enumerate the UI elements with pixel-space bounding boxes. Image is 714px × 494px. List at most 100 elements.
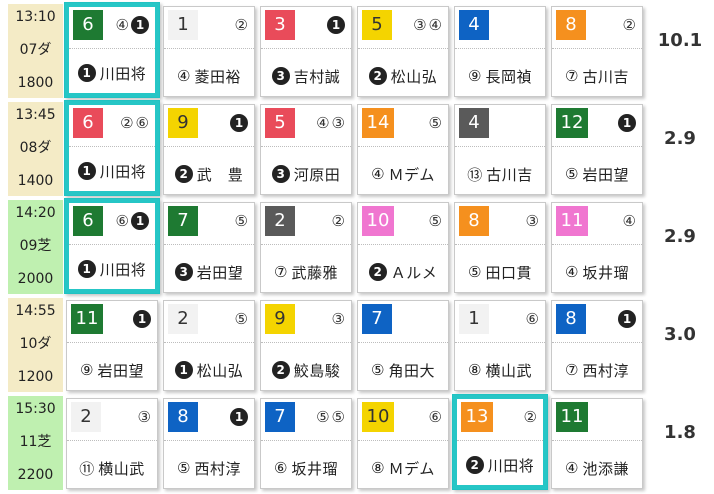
horse-number-badge: 8 <box>168 402 198 432</box>
horse-card-top: 4 <box>455 7 545 49</box>
horse-number-badge: 4 <box>459 108 489 138</box>
horse-card-inner: 8 ② ⑦ 古川吉 <box>552 7 642 96</box>
horse-card-inner: 6 ④ 1 1 川田将 <box>69 7 155 93</box>
jockey-name: 横山武 <box>98 459 145 478</box>
prediction-mark: 1 <box>230 114 248 132</box>
jockey-line: ⑦ 西村淳 <box>552 356 642 384</box>
horse-card[interactable]: 10 ⑥ ⑧ Ｍデム <box>357 398 449 489</box>
horse-card[interactable]: 3 1 3 吉村誠 <box>260 6 352 97</box>
race-info[interactable]: 14:20 09芝 2000 <box>8 200 63 294</box>
jockey-name: 西村淳 <box>194 459 241 478</box>
popularity-mark: 2 <box>368 263 387 281</box>
race-info[interactable]: 13:10 07ダ 1800 <box>8 4 63 98</box>
horse-card[interactable]: 7 ⑤ 角田大 <box>357 300 449 391</box>
race-odds: 3.0 <box>664 324 696 345</box>
horse-card[interactable]: 5 ③ ④ 2 松山弘 <box>357 6 449 97</box>
horse-card[interactable]: 10 ⑤ 2 Ａルメ <box>357 202 449 293</box>
horse-card[interactable]: 11 1 ⑨ 岩田望 <box>66 300 158 391</box>
horse-card[interactable]: 4 ⑬ 古川吉 <box>454 104 546 195</box>
horse-card[interactable]: 2 ⑤ 1 松山弘 <box>163 300 255 391</box>
popularity-mark: 2 <box>271 361 290 379</box>
horse-card[interactable]: 7 ⑤ ⑤ ⑥ 坂井瑠 <box>260 398 352 489</box>
horse-card[interactable]: 5 ④ ③ 3 河原田 <box>260 104 352 195</box>
horse-card[interactable]: 8 ② ⑦ 古川吉 <box>551 6 643 97</box>
popularity-mark: 1 <box>77 162 96 180</box>
horse-card[interactable]: 11 ④ 池添謙 <box>551 398 643 489</box>
popularity-mark: 1 <box>77 260 96 278</box>
prediction-marks: ③④ <box>413 13 442 37</box>
popularity-mark: 3 <box>174 263 193 281</box>
horse-card[interactable]: 1 ② ④ 菱田裕 <box>163 6 255 97</box>
horse-card-top: 11 1 <box>67 301 157 343</box>
popularity-mark: 2 <box>174 165 193 183</box>
horse-card[interactable]: 8 ③ ⑤ 田口貫 <box>454 202 546 293</box>
horse-card[interactable]: 2 ③ ⑪ 横山武 <box>66 398 158 489</box>
race-row: 13:10 07ダ 1800 6 ④ 1 1 川田将 1 ② ④ 菱田裕 3 1 3 吉村誠 5 ③ ④ 2 松山弘 4 ⑨… <box>0 2 714 98</box>
horse-card-top: 81 <box>552 301 642 343</box>
horse-card[interactable]: 7 ⑤ 3 岩田望 <box>163 202 255 293</box>
horse-card[interactable]: 13 ② 2 川田将 <box>452 394 548 490</box>
horse-card-inner: 11 1 ⑨ 岩田望 <box>67 301 157 390</box>
horse-card[interactable]: 4 ⑨ 長岡禎 <box>454 6 546 97</box>
race-time: 13:45 <box>15 107 56 123</box>
horse-card[interactable]: 12 1 ⑤ 岩田望 <box>551 104 643 195</box>
horse-card-inner: 6 ② ⑥ 1 川田将 <box>69 105 155 191</box>
prediction-marks: ② <box>524 405 537 429</box>
horse-card-top: 1⑥ <box>455 301 545 343</box>
horse-card-inner: 9 ③ 2 鮫島駿 <box>261 301 351 390</box>
horse-number-badge: 3 <box>265 10 295 40</box>
race-distance: 1400 <box>17 173 54 189</box>
horse-card[interactable]: 912武 豊 <box>163 104 255 195</box>
prediction-marks: 1 <box>133 307 151 331</box>
jockey-name: 吉村誠 <box>293 67 341 86</box>
horse-card[interactable]: 6 ⑥ 1 1 川田将 <box>64 198 160 294</box>
horse-card-top: 11 <box>552 399 642 441</box>
horse-card[interactable]: 2 ② ⑦ 武藤雅 <box>260 202 352 293</box>
jockey-line: ⑬ 古川吉 <box>455 160 545 188</box>
jockey-line: ④ 菱田裕 <box>164 62 254 90</box>
horse-card[interactable]: 6 ④ 1 1 川田将 <box>64 2 160 98</box>
prediction-mark: ② <box>234 16 248 34</box>
jockey-name: 川田将 <box>487 456 535 475</box>
jockey-name: Ａルメ <box>390 263 438 282</box>
prediction-marks: ④③ <box>316 111 345 135</box>
horse-card-inner: 7 ⑤ 角田大 <box>358 301 448 390</box>
jockey-line: ⑧ 横山武 <box>455 356 545 384</box>
horse-card-top: 7 ⑤⑤ <box>261 399 351 441</box>
jockey-name: 古川吉 <box>486 165 533 184</box>
prediction-mark: 1 <box>230 408 248 426</box>
race-info[interactable]: 13:45 08ダ 1400 <box>8 102 63 196</box>
horse-card[interactable]: 14 ⑤ ④ Ｍデム <box>357 104 449 195</box>
prediction-mark: 1 <box>131 16 149 34</box>
horse-card-top: 6⑥1 <box>69 203 155 245</box>
jockey-name: 岩田望 <box>196 263 244 282</box>
horse-number-badge: 2 <box>71 402 101 432</box>
horse-card-top: 7⑤ <box>164 203 254 245</box>
race-info[interactable]: 15:30 11芝 2200 <box>8 396 63 490</box>
popularity-mark: ⑪ <box>79 459 95 478</box>
horse-card-top: 6②⑥ <box>69 105 155 147</box>
horse-number-badge: 1 <box>459 304 489 334</box>
jockey-line: 2 鮫島駿 <box>261 356 351 384</box>
horse-card[interactable]: 11 ④ ④ 坂井瑠 <box>551 202 643 293</box>
prediction-mark: ④ <box>428 16 442 34</box>
horse-number-badge: 2 <box>265 206 295 236</box>
race-name: 11芝 <box>19 434 52 450</box>
horse-card-top: 1② <box>164 7 254 49</box>
jockey-line: 1 松山弘 <box>164 356 254 384</box>
horse-card[interactable]: 1 ⑥ ⑧ 横山武 <box>454 300 546 391</box>
popularity-mark: ④ <box>565 263 579 281</box>
horse-card[interactable]: 6 ② ⑥ 1 川田将 <box>64 100 160 196</box>
jockey-name: 武藤雅 <box>291 263 338 282</box>
horse-card[interactable]: 8 1 ⑦ 西村淳 <box>551 300 643 391</box>
horse-card[interactable]: 9 ③ 2 鮫島駿 <box>260 300 352 391</box>
jockey-name: 横山武 <box>485 361 532 380</box>
jockey-name: 松山弘 <box>196 361 244 380</box>
prediction-marks: ④1 <box>116 13 149 37</box>
prediction-marks: ⑥ <box>526 307 539 331</box>
horse-card[interactable]: 8 1 ⑤ 西村淳 <box>163 398 255 489</box>
race-info[interactable]: 14:55 10ダ 1200 <box>8 298 63 392</box>
horse-number-badge: 1 <box>168 10 198 40</box>
prediction-mark: 1 <box>618 114 636 132</box>
jockey-line: ④ 池添謙 <box>552 454 642 482</box>
